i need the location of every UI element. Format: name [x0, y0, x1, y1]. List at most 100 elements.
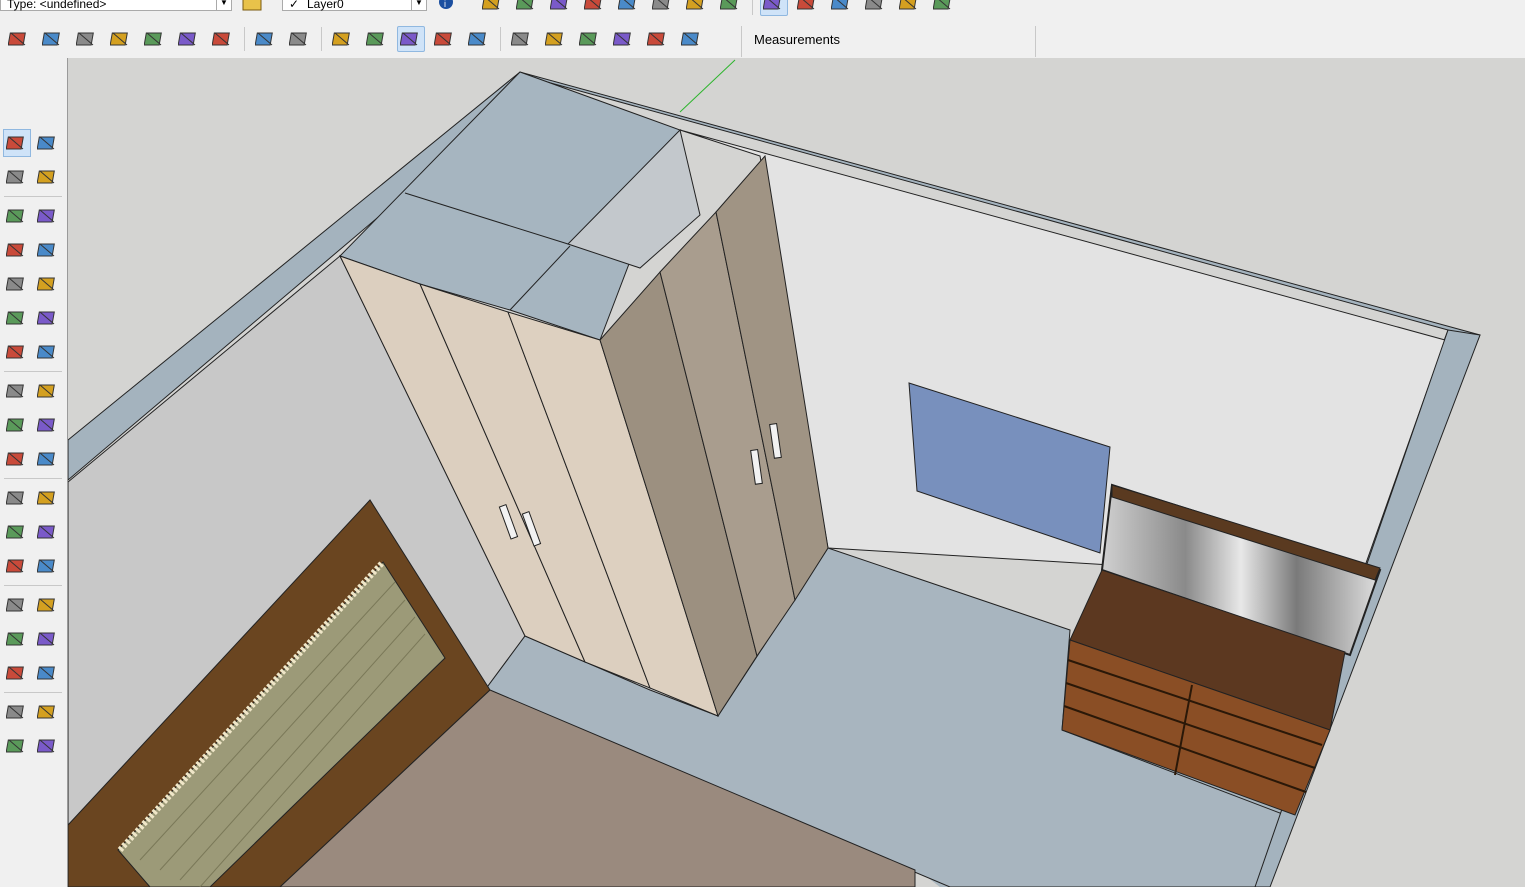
ruby-icon[interactable] — [683, 0, 711, 16]
wireframe-icon[interactable] — [329, 26, 357, 52]
sandbox-from-scratch-icon[interactable] — [39, 26, 67, 52]
scale-tool-icon[interactable] — [3, 445, 31, 473]
pie-tool-icon[interactable] — [34, 338, 62, 366]
section-icon[interactable] — [649, 0, 677, 16]
circle-tool-icon[interactable] — [3, 270, 31, 298]
entity-info-icon[interactable] — [513, 0, 541, 16]
eraser-icon[interactable] — [34, 163, 62, 191]
walk-tool-icon[interactable] — [3, 732, 31, 760]
tool-row — [0, 622, 66, 656]
rotate-tool-icon[interactable] — [3, 411, 31, 439]
toolbar-separator — [244, 26, 245, 51]
tool-row — [0, 374, 66, 408]
palette-separator — [4, 371, 62, 372]
zoom-window-icon[interactable] — [34, 625, 62, 653]
view-front-icon[interactable] — [794, 0, 822, 16]
monochrome-icon[interactable] — [465, 26, 493, 52]
zoom-tool-icon[interactable] — [3, 625, 31, 653]
tool-row — [0, 267, 66, 301]
view-left-icon[interactable] — [896, 0, 924, 16]
orbit-tool-icon[interactable] — [3, 591, 31, 619]
pan-tool-icon[interactable] — [34, 591, 62, 619]
solid-union-icon[interactable] — [930, 0, 958, 16]
smoove-icon[interactable] — [73, 26, 101, 52]
freehand-tool-icon[interactable] — [34, 202, 62, 230]
rotated-rectangle-icon[interactable] — [34, 236, 62, 264]
scene-drawing — [68, 58, 1525, 887]
offset-tool-icon[interactable] — [34, 445, 62, 473]
tool-row — [0, 126, 66, 160]
tool-row — [0, 588, 66, 622]
dimension-tool-icon[interactable] — [34, 484, 62, 512]
top-toolbar-row — [476, 0, 961, 17]
toolbar-separator — [752, 0, 753, 15]
3d-text-icon[interactable] — [34, 552, 62, 580]
xray-icon[interactable] — [252, 26, 280, 52]
layer-check-icon: ✓ — [289, 0, 300, 11]
two-point-arc-icon[interactable] — [34, 304, 62, 332]
stamp-icon[interactable] — [107, 26, 135, 52]
palette-separator — [4, 692, 62, 693]
layer-field[interactable]: ✓ Layer0 ▼ — [282, 0, 427, 11]
previous-view-icon[interactable] — [34, 659, 62, 687]
protractor-icon[interactable] — [3, 518, 31, 546]
palette-separator — [4, 585, 62, 586]
sandbox-from-contours-icon[interactable] — [5, 26, 33, 52]
sandbox-icon[interactable] — [581, 0, 609, 16]
make-component-icon[interactable] — [34, 129, 62, 157]
view-top-icon[interactable] — [760, 0, 788, 16]
back-edges-icon[interactable] — [286, 26, 314, 52]
line-tool-icon[interactable] — [3, 202, 31, 230]
right-view-icon[interactable] — [610, 26, 638, 52]
arc-tool-icon[interactable] — [3, 304, 31, 332]
push-pull-icon[interactable] — [34, 377, 62, 405]
shaded-with-textures-icon[interactable] — [431, 26, 459, 52]
flip-edge-icon[interactable] — [209, 26, 237, 52]
select-tool-icon[interactable] — [3, 129, 31, 157]
look-around-icon[interactable] — [34, 698, 62, 726]
polygon-tool-icon[interactable] — [34, 270, 62, 298]
view-right-icon[interactable] — [828, 0, 856, 16]
tool-row — [0, 335, 66, 369]
zoom-extents-icon[interactable] — [3, 659, 31, 687]
rectangle-tool-icon[interactable] — [3, 236, 31, 264]
hidden-line-icon[interactable] — [363, 26, 391, 52]
left-view-icon[interactable] — [678, 26, 706, 52]
axes-tool-icon[interactable] — [3, 552, 31, 580]
measurements-box[interactable]: Measurements — [741, 26, 1036, 57]
palette-separator — [4, 478, 62, 479]
top-view-icon[interactable] — [542, 26, 570, 52]
toolbar-separator — [321, 26, 322, 51]
paint-bucket-icon[interactable] — [3, 163, 31, 191]
view-back-icon[interactable] — [862, 0, 890, 16]
tool-row — [0, 442, 66, 476]
section-plane-icon[interactable] — [34, 732, 62, 760]
entity-info-icon[interactable] — [240, 0, 266, 12]
shadow-icon[interactable] — [615, 0, 643, 16]
position-camera-icon[interactable] — [3, 698, 31, 726]
move-tool-icon[interactable] — [3, 377, 31, 405]
tool-row — [0, 408, 66, 442]
entity-type-text: Type: <undefined> — [7, 0, 107, 11]
view-iso-icon[interactable] — [717, 0, 745, 16]
follow-me-icon[interactable] — [34, 411, 62, 439]
add-detail-icon[interactable] — [175, 26, 203, 52]
layer-manager-icon[interactable] — [479, 0, 507, 16]
front-view-icon[interactable] — [576, 26, 604, 52]
second-toolbar-row — [2, 24, 709, 53]
layer-manager-icon[interactable]: i — [434, 0, 460, 12]
tool-row — [0, 656, 66, 690]
components-icon[interactable] — [547, 0, 575, 16]
three-point-arc-icon[interactable] — [3, 338, 31, 366]
tool-row — [0, 729, 66, 763]
tape-measure-icon[interactable] — [3, 484, 31, 512]
tool-row — [0, 199, 66, 233]
back-view-icon[interactable] — [644, 26, 672, 52]
3d-viewport[interactable] — [68, 58, 1525, 887]
drape-icon[interactable] — [141, 26, 169, 52]
text-tool-icon[interactable] — [34, 518, 62, 546]
iso-view-icon[interactable] — [508, 26, 536, 52]
entity-type-field[interactable]: Type: <undefined> ▼ — [0, 0, 232, 11]
shaded-icon[interactable] — [397, 25, 425, 52]
left-toolbar — [0, 58, 68, 887]
